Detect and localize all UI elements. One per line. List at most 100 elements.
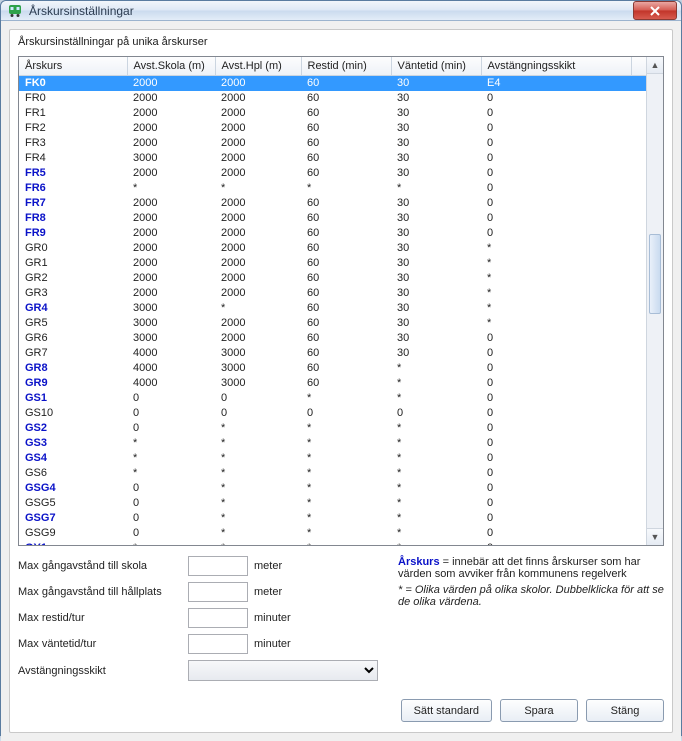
table-row[interactable]: FR32000200060300 (19, 136, 646, 151)
cell-grade: GS2 (19, 421, 127, 436)
column-header[interactable]: Avst.Skola (m) (127, 57, 215, 76)
table-row[interactable]: GS100**0 (19, 391, 646, 406)
table-row[interactable]: GS20***0 (19, 421, 646, 436)
table-row[interactable]: GR2200020006030* (19, 271, 646, 286)
table-row[interactable]: GR94000300060*0 (19, 376, 646, 391)
table-scroll: ÅrskursAvst.Skola (m)Avst.Hpl (m)Restid … (19, 57, 646, 545)
cell-grade: FR0 (19, 91, 127, 106)
table-row[interactable]: FK0200020006030E4 (19, 76, 646, 92)
table-row[interactable]: FR92000200060300 (19, 226, 646, 241)
table-row[interactable]: GS4****0 (19, 451, 646, 466)
table-row[interactable]: FR6****0 (19, 181, 646, 196)
cell-value: 30 (391, 241, 481, 256)
table-row[interactable]: GSG90***0 (19, 526, 646, 541)
cell-grade: GR1 (19, 256, 127, 271)
cell-value: 2000 (215, 121, 301, 136)
scroll-up-arrow[interactable]: ▲ (647, 57, 663, 74)
table-row[interactable]: GR3200020006030* (19, 286, 646, 301)
cell-value: 0 (481, 331, 631, 346)
cell-value: 2000 (127, 166, 215, 181)
table-row[interactable]: GR43000*6030* (19, 301, 646, 316)
max-walk-school-input[interactable] (188, 556, 248, 576)
bus-icon (7, 3, 23, 19)
max-walk-stop-input[interactable] (188, 582, 248, 602)
table-row[interactable]: GSG40***0 (19, 481, 646, 496)
column-header[interactable] (631, 57, 646, 76)
table-row[interactable]: GY1****0 (19, 541, 646, 545)
table-row[interactable]: GR84000300060*0 (19, 361, 646, 376)
layer-select[interactable] (188, 660, 378, 681)
close-button[interactable]: Stäng (586, 699, 664, 722)
cell-grade: FR9 (19, 226, 127, 241)
cell-value: 30 (391, 346, 481, 361)
cell-grade: FR2 (19, 121, 127, 136)
window-close-button[interactable] (633, 1, 677, 20)
cell-value: 2000 (127, 211, 215, 226)
cell-grade: GR7 (19, 346, 127, 361)
cell-value: * (215, 301, 301, 316)
table-row[interactable]: FR52000200060300 (19, 166, 646, 181)
max-wait-input[interactable] (188, 634, 248, 654)
table-row[interactable]: GS6****0 (19, 466, 646, 481)
table-row[interactable]: GSG70***0 (19, 511, 646, 526)
scroll-down-arrow[interactable]: ▼ (647, 528, 663, 545)
vertical-scrollbar[interactable]: ▲ ▼ (646, 57, 663, 545)
cell-value: 4000 (127, 361, 215, 376)
cell-value: 2000 (127, 256, 215, 271)
cell-value: * (127, 466, 215, 481)
cell-value: * (391, 451, 481, 466)
cell-value: * (481, 316, 631, 331)
table-row[interactable]: GS1000000 (19, 406, 646, 421)
cell-value: * (391, 526, 481, 541)
lower-pane: Max gångavstånd till skola meter Max gån… (18, 556, 664, 687)
max-walk-school-label: Max gångavstånd till skola (18, 560, 188, 572)
cell-value: 0 (481, 526, 631, 541)
cell-value: * (301, 496, 391, 511)
column-header[interactable]: Restid (min) (301, 57, 391, 76)
table-row[interactable]: FR82000200060300 (19, 211, 646, 226)
table-row[interactable]: GR1200020006030* (19, 256, 646, 271)
cell-value: 0 (481, 481, 631, 496)
table-row[interactable]: GS3****0 (19, 436, 646, 451)
cell-value: 2000 (215, 76, 301, 92)
cell-value: 30 (391, 76, 481, 92)
cell-value: 30 (391, 166, 481, 181)
max-travel-input[interactable] (188, 608, 248, 628)
cell-value: 4000 (127, 346, 215, 361)
cell-value: 60 (301, 226, 391, 241)
table-row[interactable]: FR12000200060300 (19, 106, 646, 121)
scroll-track[interactable] (647, 74, 663, 528)
cell-value: 2000 (127, 91, 215, 106)
cell-value: 0 (481, 451, 631, 466)
table-row[interactable]: FR22000200060300 (19, 121, 646, 136)
table-row[interactable]: FR43000200060300 (19, 151, 646, 166)
table-row[interactable]: FR72000200060300 (19, 196, 646, 211)
table-row[interactable]: GR63000200060300 (19, 331, 646, 346)
cell-value: 30 (391, 196, 481, 211)
column-header[interactable]: Väntetid (min) (391, 57, 481, 76)
cell-value: 2000 (127, 271, 215, 286)
table-row[interactable]: GR0200020006030* (19, 241, 646, 256)
titlebar[interactable]: Årskursinställningar (1, 1, 681, 21)
cell-value: * (391, 391, 481, 406)
column-header[interactable]: Avstängningsskikt (481, 57, 631, 76)
cell-value: 2000 (215, 226, 301, 241)
cell-value: 60 (301, 76, 391, 92)
cell-grade: GR8 (19, 361, 127, 376)
set-default-button[interactable]: Sätt standard (401, 699, 492, 722)
table-row[interactable]: GSG50***0 (19, 496, 646, 511)
cell-value: 60 (301, 106, 391, 121)
table-row[interactable]: FR02000200060300 (19, 91, 646, 106)
content-area: Årskursinställningar på unika årskurser … (1, 21, 681, 741)
cell-value: 30 (391, 256, 481, 271)
cell-value: 2000 (215, 151, 301, 166)
table-row[interactable]: GR5300020006030* (19, 316, 646, 331)
save-button[interactable]: Spara (500, 699, 578, 722)
table-row[interactable]: GR74000300060300 (19, 346, 646, 361)
scroll-thumb[interactable] (649, 234, 661, 314)
cell-value: 0 (481, 376, 631, 391)
cell-value: 30 (391, 316, 481, 331)
column-header[interactable]: Avst.Hpl (m) (215, 57, 301, 76)
cell-value: 60 (301, 136, 391, 151)
column-header[interactable]: Årskurs (19, 57, 127, 76)
